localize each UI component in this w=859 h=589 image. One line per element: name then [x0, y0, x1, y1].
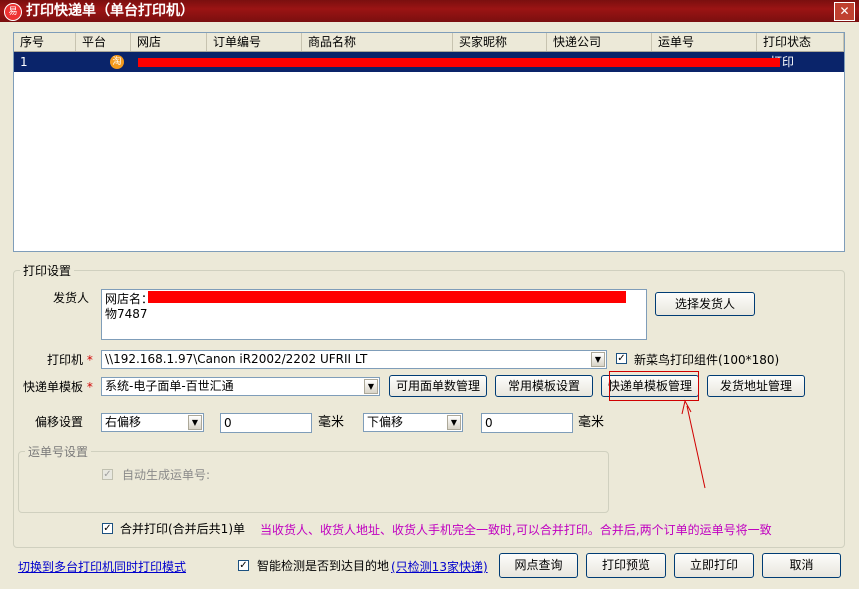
- col-header-courier[interactable]: 快递公司: [547, 33, 652, 51]
- template-select[interactable]: 系统-电子面单-百世汇通 ▼: [101, 377, 380, 396]
- title-bar: 易 打印快递单（单台打印机） ✕: [0, 0, 859, 22]
- app-icon: 易: [4, 3, 22, 21]
- redaction-bar: [138, 58, 780, 67]
- outlet-query-button[interactable]: 网点查询: [499, 553, 578, 578]
- col-header-order-no[interactable]: 订单编号: [207, 33, 302, 51]
- printer-label: 打印机 *: [47, 353, 93, 367]
- sender-label: 发货人: [53, 291, 90, 305]
- col-header-index[interactable]: 序号: [14, 33, 76, 51]
- print-settings-label: 打印设置: [20, 262, 75, 279]
- vertical-offset-select[interactable]: 下偏移 ▼: [363, 413, 463, 432]
- offset-label: 偏移设置: [35, 415, 84, 429]
- chevron-down-icon[interactable]: ▼: [591, 352, 605, 367]
- col-header-print-status[interactable]: 打印状态: [757, 33, 844, 51]
- smart-check-checkbox[interactable]: ✓: [238, 560, 249, 571]
- sender-detail-line: 物7487: [105, 307, 148, 321]
- merge-print-label: 合并打印(合并后共1)单: [120, 522, 245, 536]
- template-label: 快递单模板 *: [23, 380, 93, 394]
- taobao-platform-icon: 淘: [110, 55, 124, 69]
- mm-unit-label: 毫米: [318, 415, 345, 430]
- print-now-button[interactable]: 立即打印: [674, 553, 754, 578]
- switch-multi-printer-link[interactable]: 切换到多台打印机同时打印模式: [18, 558, 186, 575]
- vertical-offset-input[interactable]: 0: [481, 413, 573, 433]
- courier-list-link[interactable]: (只检测13家快递): [391, 558, 488, 575]
- col-header-platform[interactable]: 平台: [76, 33, 131, 51]
- redaction-bar: [148, 291, 626, 303]
- col-header-shop[interactable]: 网店: [131, 33, 207, 51]
- ship-address-button[interactable]: 发货地址管理: [707, 375, 805, 397]
- red-arrow-annotation: [681, 399, 706, 489]
- mm-unit-label: 毫米: [578, 415, 605, 430]
- close-button[interactable]: ✕: [834, 2, 855, 21]
- auto-waybill-label: 自动生成运单号:: [122, 468, 211, 482]
- cainiao-label: 新菜鸟打印组件(100*180): [634, 353, 780, 367]
- cell-index: 1: [20, 55, 28, 69]
- col-header-product[interactable]: 商品名称: [302, 33, 453, 51]
- window-title: 打印快递单（单台打印机）: [26, 3, 194, 19]
- waybill-count-button[interactable]: 可用面单数管理: [389, 375, 487, 397]
- merge-print-note: 当收货人、收货人地址、收货人手机完全一致时,可以合并打印。合并后,两个订单的运单…: [260, 523, 772, 537]
- col-header-buyer[interactable]: 买家昵称: [453, 33, 547, 51]
- cainiao-checkbox[interactable]: ✓: [616, 353, 627, 364]
- printer-select[interactable]: \\192.168.1.97\Canon iR2002/2202 UFRII L…: [101, 350, 607, 369]
- col-header-waybill[interactable]: 运单号: [652, 33, 757, 51]
- merge-print-checkbox[interactable]: ✓: [102, 523, 113, 534]
- horizontal-offset-select[interactable]: 右偏移 ▼: [101, 413, 204, 432]
- waybill-settings-group: [18, 451, 609, 513]
- grid-header: 序号 平台 网店 订单编号 商品名称 买家昵称 快递公司 运单号 打印状态: [14, 33, 844, 52]
- auto-waybill-checkbox[interactable]: ✓: [102, 469, 113, 480]
- chevron-down-icon[interactable]: ▼: [188, 415, 202, 430]
- select-sender-button[interactable]: 选择发货人: [655, 292, 755, 316]
- chevron-down-icon[interactable]: ▼: [447, 415, 461, 430]
- waybill-settings-label: 运单号设置: [25, 443, 92, 460]
- order-grid[interactable]: 序号 平台 网店 订单编号 商品名称 买家昵称 快递公司 运单号 打印状态 1 …: [13, 32, 845, 252]
- smart-check-label: 智能检测是否到达目的地: [257, 559, 390, 573]
- horizontal-offset-input[interactable]: 0: [220, 413, 312, 433]
- highlight-box: [609, 371, 699, 401]
- chevron-down-icon[interactable]: ▼: [364, 379, 378, 394]
- common-template-button[interactable]: 常用模板设置: [495, 375, 593, 397]
- print-preview-button[interactable]: 打印预览: [586, 553, 666, 578]
- cancel-button[interactable]: 取消: [762, 553, 841, 578]
